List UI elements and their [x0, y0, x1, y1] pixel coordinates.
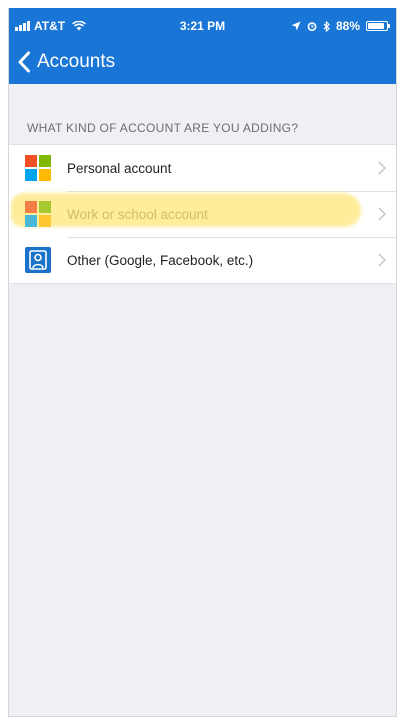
back-label: Accounts — [37, 51, 116, 72]
bluetooth-icon — [323, 20, 330, 32]
status-right: 88% — [291, 19, 390, 33]
phone-screen: AT&T 3:21 PM 88% Accounts WHAT KIND OF A… — [8, 8, 397, 717]
microsoft-logo-icon — [25, 155, 51, 181]
battery-fill — [368, 23, 384, 29]
microsoft-logo-icon — [25, 201, 51, 227]
app-header: AT&T 3:21 PM 88% Accounts — [9, 8, 396, 84]
work-or-school-account-row[interactable]: Work or school account — [9, 191, 396, 237]
back-button[interactable]: Accounts — [9, 44, 115, 80]
section-header: WHAT KIND OF ACCOUNT ARE YOU ADDING? — [27, 121, 299, 135]
person-badge-icon — [25, 247, 51, 273]
battery-icon — [366, 21, 390, 31]
status-bar: AT&T 3:21 PM 88% — [9, 16, 396, 38]
row-label: Work or school account — [67, 206, 208, 222]
alarm-icon — [307, 22, 317, 31]
row-label: Personal account — [67, 160, 172, 176]
other-account-row[interactable]: Other (Google, Facebook, etc.) — [9, 237, 396, 283]
account-type-list: Personal account Work or school account — [9, 144, 396, 284]
battery-percent: 88% — [335, 19, 360, 33]
screen: AT&T 3:21 PM 88% Accounts WHAT KIND OF A… — [0, 0, 399, 722]
chevron-right-icon — [378, 253, 386, 267]
chevron-right-icon — [378, 161, 386, 175]
chevron-left-icon — [18, 51, 30, 73]
row-label: Other (Google, Facebook, etc.) — [67, 252, 254, 268]
location-icon — [291, 21, 301, 31]
personal-account-row[interactable]: Personal account — [9, 145, 396, 191]
chevron-right-icon — [378, 207, 386, 221]
